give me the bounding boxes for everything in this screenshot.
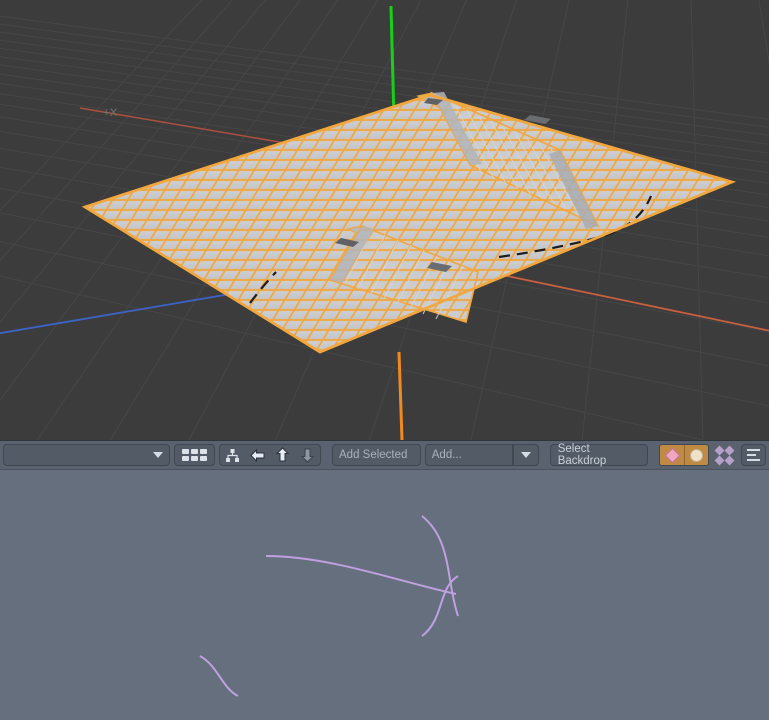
four-dots-icon	[716, 447, 733, 464]
circle-icon	[690, 449, 703, 462]
navigation-button-group	[219, 444, 321, 466]
node-wires	[0, 470, 769, 720]
scatter-view-button[interactable]	[713, 444, 738, 466]
arrow-down-icon	[300, 447, 315, 463]
down-button[interactable]	[295, 445, 320, 465]
node-graph[interactable]: Select By Index Plane	[0, 470, 769, 720]
chevron-down-icon	[521, 452, 531, 458]
show-connections-toggle[interactable]	[660, 445, 684, 465]
app-root: +X	[0, 0, 769, 720]
hierarchy-button[interactable]	[220, 445, 245, 465]
list-view-button[interactable]	[741, 444, 766, 466]
hierarchy-icon	[225, 448, 240, 463]
viewport-canvas[interactable]	[0, 0, 769, 440]
chevron-down-icon[interactable]	[153, 452, 163, 458]
path-field[interactable]	[3, 444, 170, 466]
arrow-left-icon	[250, 448, 266, 463]
diamond-icon	[664, 447, 680, 463]
show-nodes-toggle[interactable]	[684, 445, 708, 465]
grid-view-button[interactable]	[174, 444, 215, 466]
grid-icon	[182, 449, 207, 461]
add-selected-label: Add Selected	[339, 449, 407, 461]
display-toggle-group	[659, 444, 708, 466]
add-dropdown-button[interactable]	[513, 444, 539, 466]
arrow-up-icon	[275, 447, 290, 463]
axis-label-x: +X	[103, 107, 118, 119]
add-input[interactable]: Add...	[425, 444, 513, 466]
add-selected-button[interactable]: Add Selected	[332, 444, 421, 466]
3d-viewport[interactable]: +X	[0, 0, 769, 440]
node-editor-toolbar: Add Selected Add... Select Backdrop	[0, 440, 769, 470]
list-lines-icon	[747, 449, 760, 461]
select-backdrop-button[interactable]: Select Backdrop	[550, 444, 649, 466]
up-button[interactable]	[270, 445, 295, 465]
back-button[interactable]	[245, 445, 270, 465]
add-input-value: Add...	[432, 449, 462, 461]
select-backdrop-label: Select Backdrop	[558, 443, 641, 467]
